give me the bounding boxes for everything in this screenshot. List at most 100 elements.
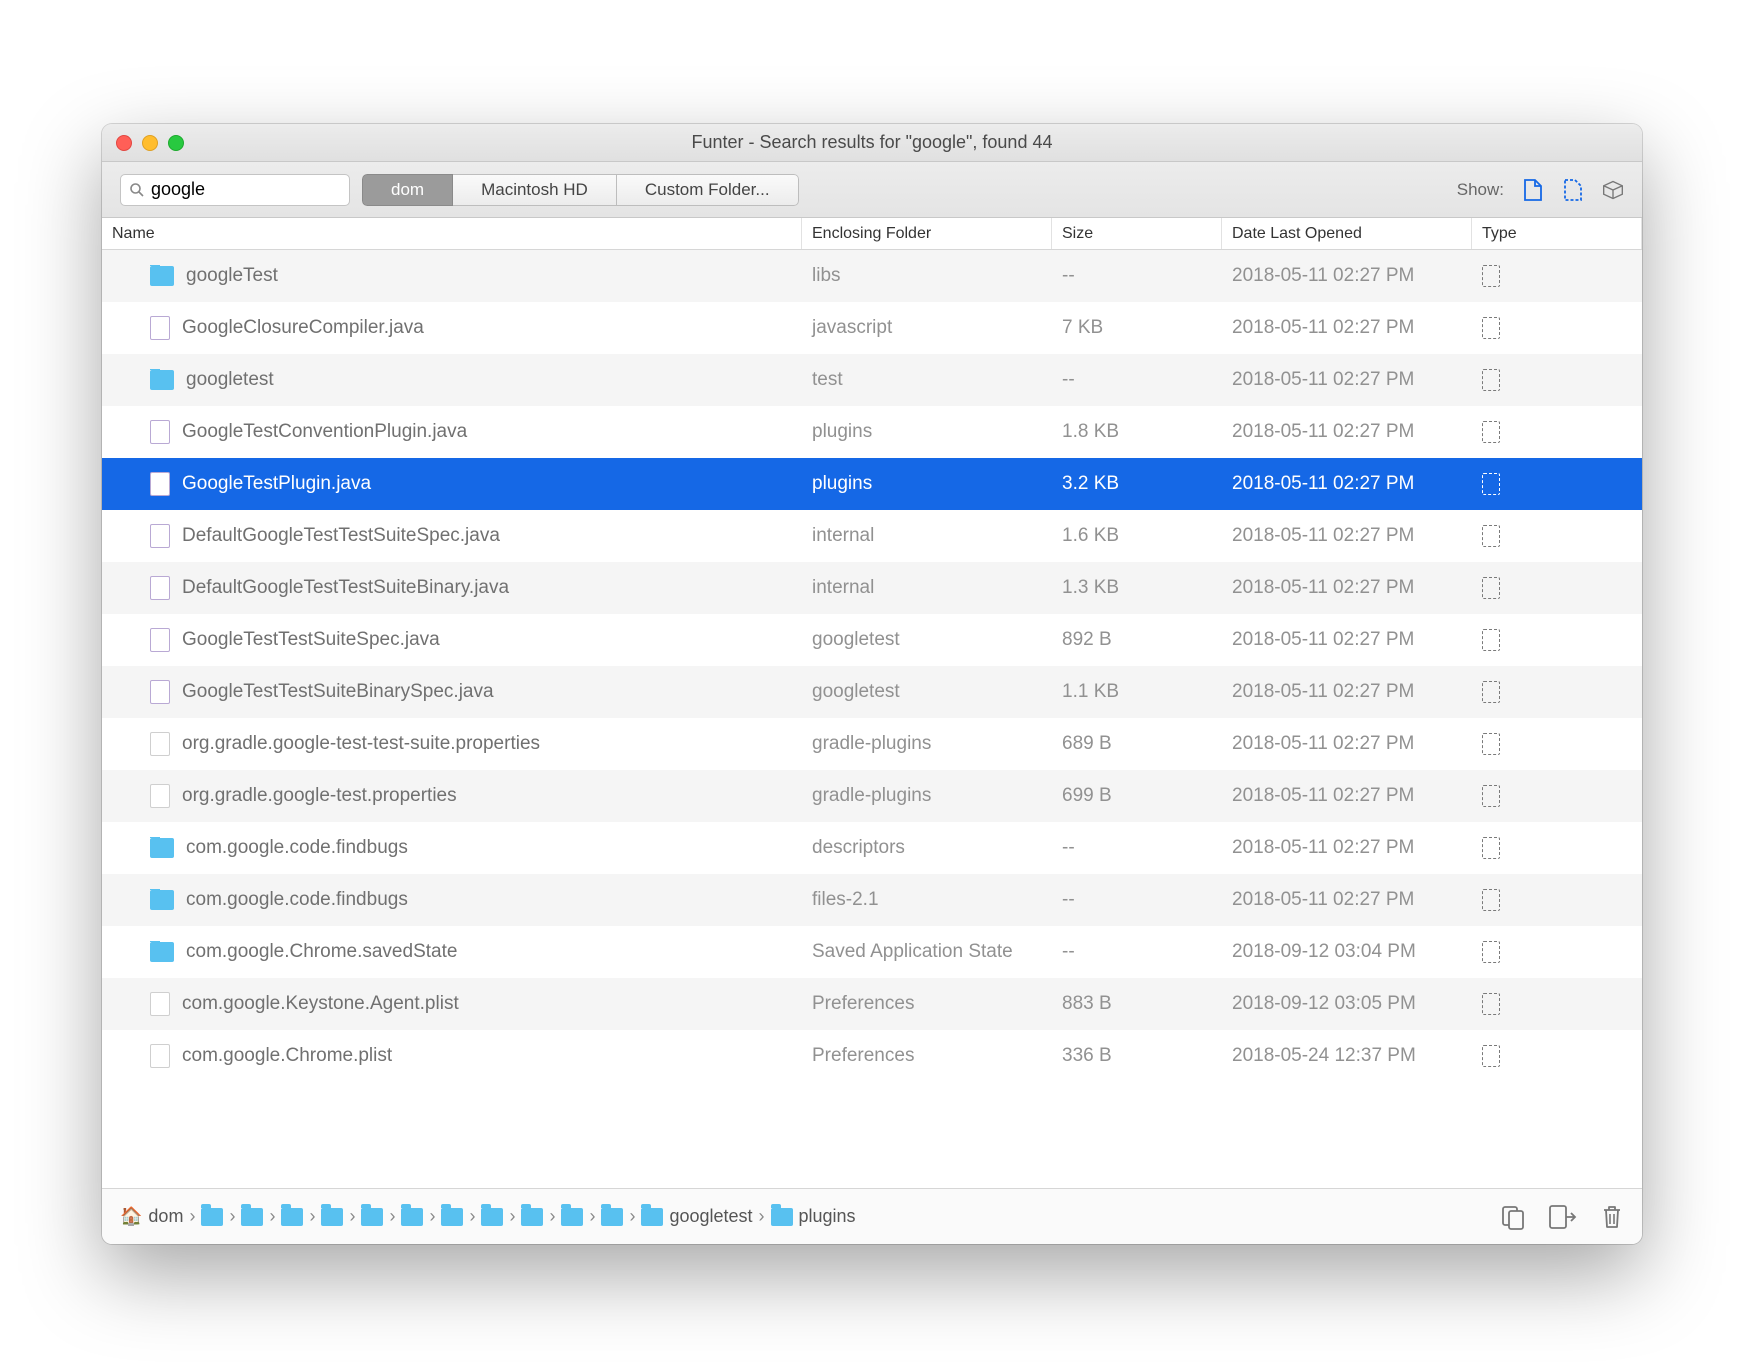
enclosing-folder: gradle-plugins (802, 785, 1052, 807)
date-opened: 2018-05-11 02:27 PM (1222, 473, 1472, 495)
show-packages-toggle[interactable] (1602, 177, 1624, 203)
result-row[interactable]: googleTestlibs--2018-05-11 02:27 PM (102, 250, 1642, 302)
date-opened: 2018-05-11 02:27 PM (1222, 837, 1472, 859)
result-row[interactable]: com.google.Chrome.plistPreferences336 B2… (102, 1030, 1642, 1082)
result-row[interactable]: DefaultGoogleTestTestSuiteSpec.javainter… (102, 510, 1642, 562)
java-file-icon (150, 472, 170, 496)
folder-icon[interactable] (281, 1208, 303, 1226)
enclosing-folder: googletest (802, 629, 1052, 651)
folder-icon[interactable] (361, 1208, 383, 1226)
folder-icon[interactable] (771, 1208, 793, 1226)
search-field[interactable]: ✕ (120, 174, 350, 206)
reveal-in-finder-button[interactable] (1548, 1204, 1578, 1230)
show-hidden-files-toggle[interactable] (1562, 177, 1584, 203)
breadcrumb-label[interactable]: plugins (799, 1206, 856, 1227)
window-title: Funter - Search results for "google", fo… (102, 132, 1642, 153)
result-row[interactable]: com.google.code.findbugsdescriptors--201… (102, 822, 1642, 874)
chevron-right-icon: › (269, 1206, 275, 1227)
scope-button-custom-folder[interactable]: Custom Folder... (617, 174, 799, 206)
scope-button-macintosh-hd[interactable]: Macintosh HD (453, 174, 617, 206)
enclosing-folder: gradle-plugins (802, 733, 1052, 755)
scope-button-dom[interactable]: dom (362, 174, 453, 206)
result-row[interactable]: com.google.Chrome.savedState Saved Applic… (102, 926, 1642, 978)
result-row[interactable]: GoogleClosureCompiler.javajavascript7 KB… (102, 302, 1642, 354)
column-header-name[interactable]: Name (102, 218, 802, 249)
date-opened: 2018-05-11 02:27 PM (1222, 421, 1472, 443)
column-header-size[interactable]: Size (1052, 218, 1222, 249)
toolbar: ✕ dom Macintosh HD Custom Folder... Show… (102, 162, 1642, 218)
enclosing-folder: plugins (802, 421, 1052, 443)
folder-icon[interactable] (601, 1208, 623, 1226)
file-size: 689 B (1052, 733, 1222, 755)
breadcrumb[interactable]: 🏠 dom›››››››››››› googletest› plugins (120, 1206, 856, 1227)
enclosing-folder: files-2.1 (802, 889, 1052, 911)
chevron-right-icon: › (229, 1206, 235, 1227)
enclosing-folder: plugins (802, 473, 1052, 495)
status-bar: 🏠 dom›››››››››››› googletest› plugins (102, 1188, 1642, 1244)
file-name: com.google.Chrome.savedState (186, 941, 457, 963)
file-size: 1.1 KB (1052, 681, 1222, 703)
date-opened: 2018-05-11 02:27 PM (1222, 629, 1472, 651)
hidden-file-icon (1482, 317, 1500, 339)
file-icon (150, 1044, 170, 1068)
result-row[interactable]: DefaultGoogleTestTestSuiteBinary.javaint… (102, 562, 1642, 614)
search-input[interactable] (151, 179, 383, 200)
file-size: 699 B (1052, 785, 1222, 807)
date-opened: 2018-05-11 02:27 PM (1222, 265, 1472, 287)
result-row[interactable]: GoogleTestTestSuiteSpec.javagoogletest89… (102, 614, 1642, 666)
file-name: googleTest (186, 265, 278, 287)
folder-icon[interactable] (241, 1208, 263, 1226)
result-row[interactable]: org.gradle.google-test-test-suite.proper… (102, 718, 1642, 770)
java-file-icon (150, 524, 170, 548)
chevron-right-icon: › (309, 1206, 315, 1227)
folder-icon[interactable] (481, 1208, 503, 1226)
result-row[interactable]: com.google.code.findbugsfiles-2.1--2018-… (102, 874, 1642, 926)
hidden-file-icon (1482, 837, 1500, 859)
breadcrumb-home-label[interactable]: dom (148, 1206, 183, 1227)
file-name: GoogleTestPlugin.java (182, 473, 371, 495)
chevron-right-icon: › (589, 1206, 595, 1227)
enclosing-folder: Preferences (802, 993, 1052, 1015)
trash-button[interactable] (1600, 1204, 1624, 1230)
result-row[interactable]: GoogleTestPlugin.javaplugins3.2 KB2018-0… (102, 458, 1642, 510)
result-row[interactable]: com.google.Keystone.Agent.plistPreferenc… (102, 978, 1642, 1030)
hidden-file-icon (1482, 681, 1500, 703)
enclosing-folder: javascript (802, 317, 1052, 339)
result-row[interactable]: GoogleTestTestSuiteBinarySpec.javagoogle… (102, 666, 1642, 718)
java-file-icon (150, 316, 170, 340)
column-header-enclosing[interactable]: Enclosing Folder (802, 218, 1052, 249)
folder-icon[interactable] (441, 1208, 463, 1226)
scope-segmented-control: dom Macintosh HD Custom Folder... (362, 174, 799, 206)
titlebar: Funter - Search results for "google", fo… (102, 124, 1642, 162)
date-opened: 2018-05-11 02:27 PM (1222, 785, 1472, 807)
column-header-row: Name Enclosing Folder Size Date Last Ope… (102, 218, 1642, 250)
hidden-file-icon (1482, 265, 1500, 287)
folder-icon[interactable] (641, 1208, 663, 1226)
file-size: -- (1052, 837, 1222, 859)
file-name: GoogleClosureCompiler.java (182, 317, 424, 339)
result-row[interactable]: googletesttest--2018-05-11 02:27 PM (102, 354, 1642, 406)
hidden-file-icon (1482, 629, 1500, 651)
folder-icon (150, 838, 174, 858)
copy-button[interactable] (1500, 1204, 1526, 1230)
breadcrumb-label[interactable]: googletest (669, 1206, 752, 1227)
folder-icon[interactable] (321, 1208, 343, 1226)
show-visible-files-toggle[interactable] (1522, 177, 1544, 203)
folder-icon[interactable] (201, 1208, 223, 1226)
folder-icon[interactable] (401, 1208, 423, 1226)
file-size: 1.6 KB (1052, 525, 1222, 547)
java-file-icon (150, 576, 170, 600)
folder-icon[interactable] (561, 1208, 583, 1226)
column-header-type[interactable]: Type (1472, 218, 1642, 249)
folder-icon[interactable] (521, 1208, 543, 1226)
result-row[interactable]: GoogleTestConventionPlugin.javaplugins1.… (102, 406, 1642, 458)
column-header-date[interactable]: Date Last Opened (1222, 218, 1472, 249)
result-row[interactable]: org.gradle.google-test.properties gradle-… (102, 770, 1642, 822)
home-icon[interactable]: 🏠 (120, 1206, 142, 1227)
file-name: org.gradle.google-test.properties (182, 785, 457, 807)
hidden-file-icon (1482, 525, 1500, 547)
hidden-file-icon (1482, 785, 1500, 807)
hidden-file-icon (1482, 473, 1500, 495)
enclosing-folder: Saved Application State (802, 941, 1052, 963)
results-list: googleTestlibs--2018-05-11 02:27 PM Googl… (102, 250, 1642, 1188)
